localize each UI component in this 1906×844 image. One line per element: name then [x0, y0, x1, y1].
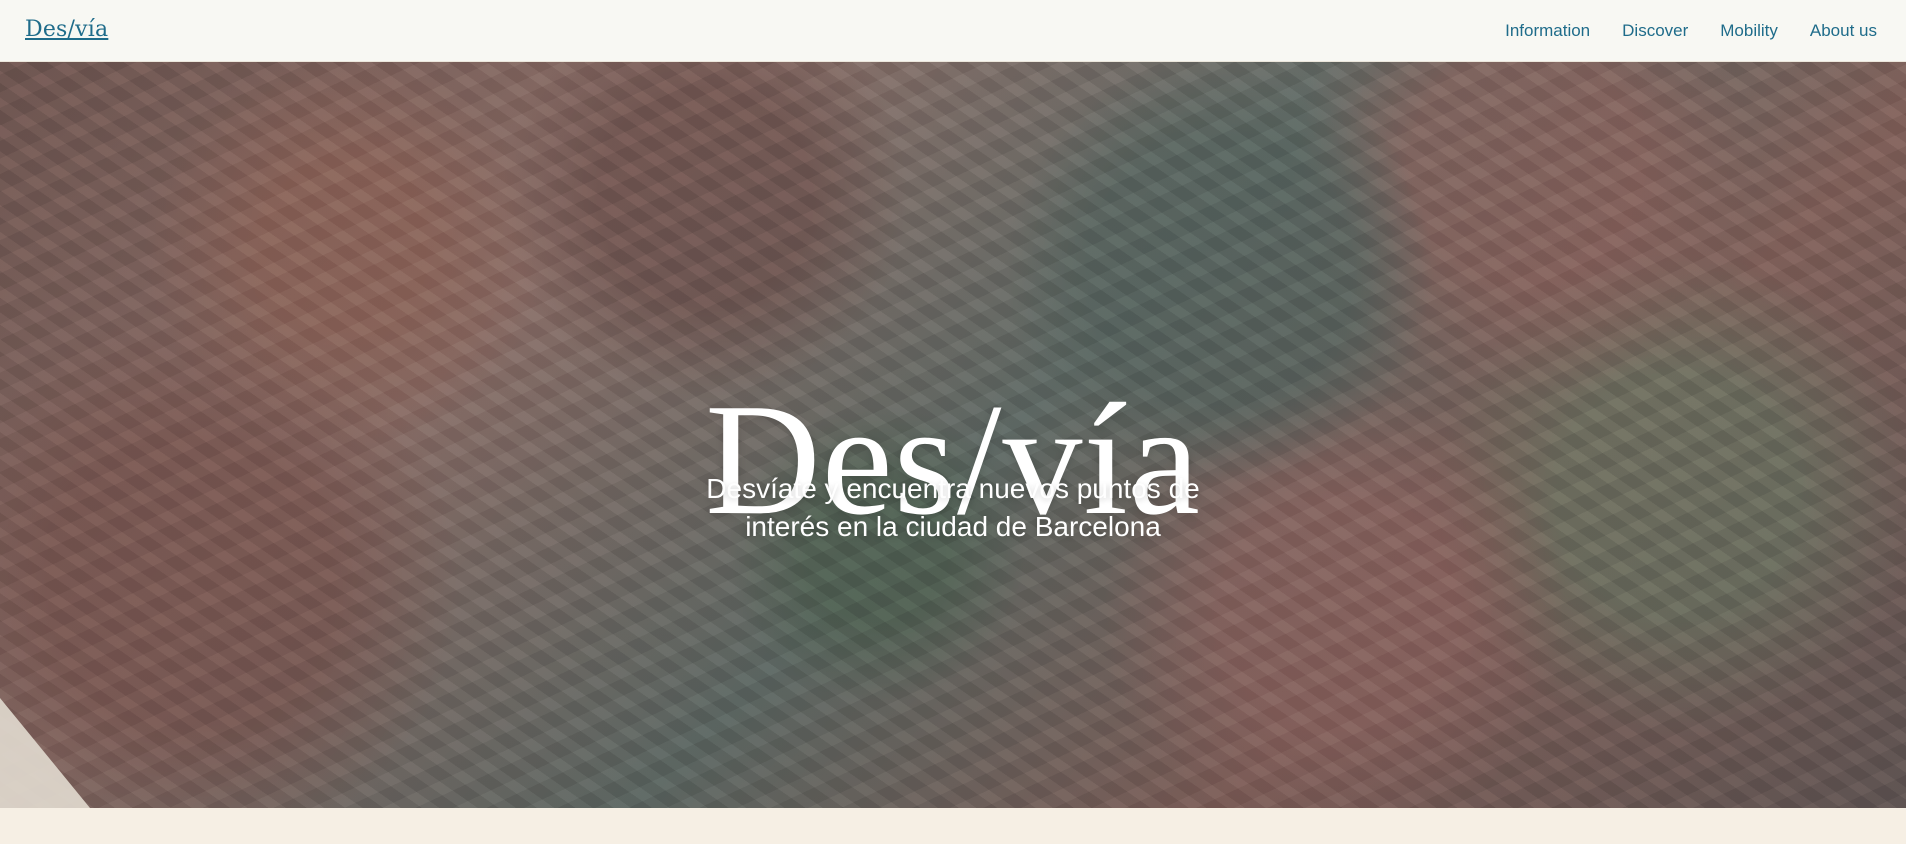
top-navigation-bar: Des/vía Information Discover Mobility Ab… [0, 0, 1906, 62]
nav-link-information[interactable]: Information [1505, 21, 1590, 41]
nav-link-about-us[interactable]: About us [1810, 21, 1877, 41]
page-bottom-band [0, 808, 1906, 844]
nav-link-mobility[interactable]: Mobility [1720, 21, 1778, 41]
hero-content: Des/vía Desvíate y encuentra nuevos punt… [0, 62, 1906, 808]
hero-section: Des/vía Desvíate y encuentra nuevos punt… [0, 62, 1906, 808]
nav-link-discover[interactable]: Discover [1622, 21, 1688, 41]
hero-subtitle: Desvíate y encuentra nuevos puntos de in… [706, 473, 1200, 542]
brand-logo-link[interactable]: Des/vía [25, 17, 108, 42]
main-navigation: Information Discover Mobility About us [1505, 0, 1877, 62]
